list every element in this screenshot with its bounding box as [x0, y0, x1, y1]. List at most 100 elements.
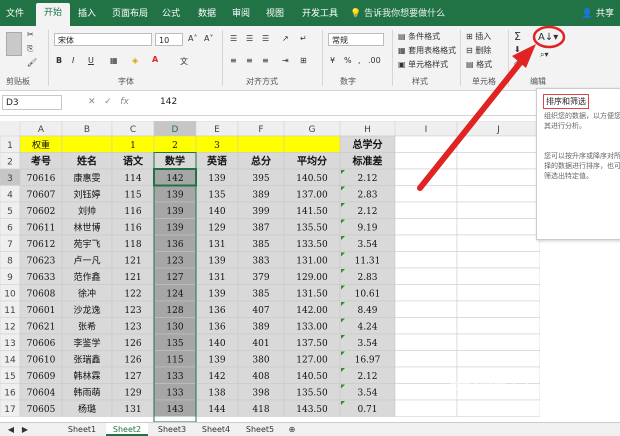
cell-value: 2.12 [357, 207, 377, 217]
align-center-icon[interactable]: ≡ [246, 56, 253, 65]
tab-developer[interactable]: 开发工具 [302, 6, 338, 19]
underline-button[interactable]: U [88, 56, 94, 65]
divider [460, 30, 461, 86]
tab-insert[interactable]: 插入 [78, 6, 96, 19]
italic-button[interactable]: I [72, 56, 74, 65]
clear-icon[interactable]: ◇ [514, 59, 520, 68]
tab-file[interactable]: 文件 [6, 6, 24, 19]
sheet-tab-2[interactable]: Sheet2 [106, 423, 148, 436]
name-box[interactable]: D3 [2, 95, 62, 110]
sort-filter-button[interactable]: A↓▾ [538, 32, 558, 43]
insert-cells-button[interactable]: ⊞ 插入 [466, 31, 491, 42]
cell-value: 语文 [123, 155, 144, 168]
tab-data[interactable]: 数据 [198, 6, 216, 19]
clipboard-group-label: 剪贴板 [6, 77, 30, 86]
tab-page-layout[interactable]: 页面布局 [112, 6, 148, 19]
grid-cell [394, 317, 458, 335]
sheet-next-icon[interactable]: ▶ [18, 423, 32, 436]
styles-group-label: 样式 [412, 77, 428, 86]
sheet-tab-5[interactable]: Sheet5 [240, 423, 280, 436]
cell-value: 131 [124, 405, 141, 415]
orientation-icon[interactable]: ↗ [282, 34, 289, 43]
insert-cells-icon: ⊞ [466, 32, 473, 41]
formula-input[interactable]: 142 [160, 97, 177, 107]
grow-font-icon[interactable]: A˄ [188, 34, 197, 43]
font-name-combo[interactable]: 宋体 [54, 33, 152, 46]
align-left-icon[interactable]: ≡ [230, 56, 237, 65]
currency-icon[interactable]: ¥ [330, 56, 335, 65]
tell-me-search[interactable]: 💡 告诉我你想要做什么 [350, 6, 445, 19]
font-size-combo[interactable]: 10 [155, 33, 183, 46]
wrap-text-icon[interactable]: ↵ [300, 34, 307, 43]
delete-cells-button[interactable]: ⊟ 删除 [466, 45, 491, 56]
decimal-icon[interactable]: .00 [368, 56, 381, 65]
align-right-icon[interactable]: ≡ [262, 56, 269, 65]
tell-me-text: 告诉我你想要做什么 [364, 9, 446, 19]
comma-button[interactable]: , [358, 56, 361, 65]
cell-value: 刘帅 [78, 205, 96, 217]
number-format-combo[interactable]: 常规 [328, 33, 384, 46]
fill-color-icon[interactable]: ◈ [132, 56, 138, 65]
cell-value: 3 [214, 141, 220, 151]
copy-icon[interactable]: ⎘ [27, 44, 33, 54]
user-icon: 👤 [581, 9, 594, 19]
cell-styles-icon: ▣ [398, 60, 406, 69]
row-header-label: 12 [4, 323, 15, 333]
cell-value: 143 [166, 405, 183, 415]
tab-formulas[interactable]: 公式 [162, 6, 180, 19]
insert-function-button[interactable]: fx [120, 97, 129, 107]
align-top-icon[interactable]: ☰ [230, 34, 237, 43]
phonetic-icon[interactable]: 文 [180, 56, 188, 67]
cell-value: 李鉴学 [73, 337, 100, 349]
autosum-icon[interactable]: Σ [514, 30, 521, 43]
cell-value: 3.54 [357, 339, 377, 349]
enter-icon[interactable]: ✓ [104, 97, 112, 107]
cell-value: 康惠雯 [73, 172, 100, 184]
conditional-format-button[interactable]: ▤ 条件格式 [398, 31, 440, 42]
percent-button[interactable]: % [344, 56, 352, 65]
cell-value: 总学分 [353, 138, 383, 151]
format-cells-button[interactable]: ▤ 格式 [466, 59, 492, 70]
grid-cell [394, 333, 458, 351]
grid-cell [456, 234, 540, 252]
share-button[interactable]: 👤 共享 [582, 6, 614, 19]
cell-value: 142 [208, 372, 225, 382]
merge-center-icon[interactable]: ⊞ [300, 56, 307, 65]
column-header-label: G [309, 125, 316, 135]
sheet-tab-1[interactable]: Sheet1 [62, 423, 102, 436]
tab-view[interactable]: 视图 [266, 6, 284, 19]
paste-icon[interactable] [6, 32, 22, 56]
cancel-icon[interactable]: ✕ [88, 97, 96, 107]
add-sheet-icon[interactable]: ⊕ [284, 423, 300, 436]
border-icon[interactable]: ▦ [110, 56, 118, 65]
cell-value: 126 [124, 339, 141, 349]
align-bottom-icon[interactable]: ☰ [262, 34, 269, 43]
fill-icon[interactable]: ⬇ [514, 45, 521, 54]
tab-review[interactable]: 审阅 [232, 6, 250, 19]
cell-styles-button[interactable]: ▣ 单元格样式 [398, 59, 448, 70]
format-as-table-button[interactable]: ▦ 套用表格格式 [398, 45, 456, 56]
format-painter-icon[interactable]: 🖌 [27, 58, 37, 67]
shrink-font-icon[interactable]: A˅ [204, 34, 213, 43]
find-select-icon[interactable]: ⌕▾ [540, 50, 549, 60]
column-header-label: E [214, 125, 220, 135]
bold-button[interactable]: B [56, 56, 62, 65]
indent-icon[interactable]: ⇥ [282, 56, 289, 65]
cell-value: 70633 [27, 273, 56, 283]
tab-home[interactable]: 开始 [36, 3, 71, 26]
divider [392, 30, 393, 86]
cut-icon[interactable]: ✂ [27, 30, 34, 39]
font-color-icon[interactable]: A [152, 55, 158, 64]
sheet-prev-icon[interactable]: ◀ [4, 423, 18, 436]
tooltip-title: 排序和筛选 [543, 94, 589, 109]
sheet-tab-3[interactable]: Sheet3 [152, 423, 192, 436]
align-middle-icon[interactable]: ☰ [246, 34, 253, 43]
cell-value: 林世博 [73, 222, 100, 234]
cell-value: 139 [208, 257, 225, 267]
row-header-label: 14 [4, 356, 16, 366]
grid-cell [394, 267, 458, 285]
sheet-tab-4[interactable]: Sheet4 [196, 423, 236, 436]
cell-value: 399 [252, 207, 269, 217]
divider [222, 30, 223, 86]
cell-value: 136 [208, 323, 225, 333]
